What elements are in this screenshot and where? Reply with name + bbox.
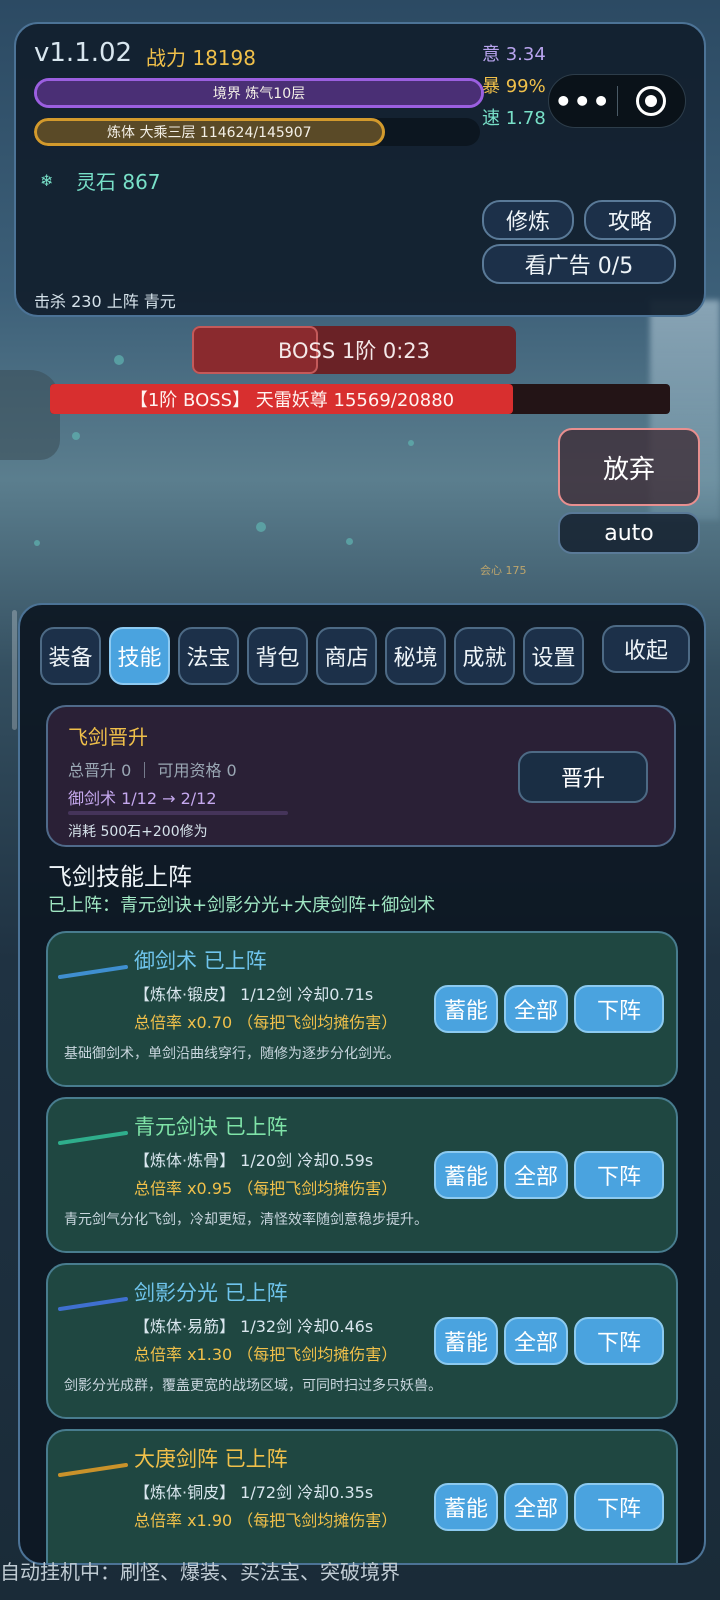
auto-button[interactable]: auto xyxy=(558,512,700,554)
skill-description: 剑影分光成群，覆盖更宽的战场区域，可同时扫过多只妖兽。 xyxy=(64,1378,442,1394)
stat-speed: 速 1.78 xyxy=(482,108,546,129)
charge-button[interactable]: 蓄能 xyxy=(434,1483,498,1531)
miniprogram-capsule: ••• xyxy=(548,74,686,128)
auto-idle-status: 自动挂机中：刷怪、爆装、买法宝、突破境界 xyxy=(0,1560,400,1584)
skills-panel: 装备 技能 法宝 背包 商店 秘境 成就 设置 收起 飞剑晋升 总晋升 0 ｜ … xyxy=(18,603,706,1565)
realm-progress-label: 境界 炼气10层 xyxy=(212,86,306,102)
spirit-stones: ❄ 灵石 867 xyxy=(40,166,161,195)
status-panel: v1.1.02 战力 18198 意 3.34 暴 99% 速 1.78 境界 … xyxy=(14,22,706,317)
train-button[interactable]: 修炼 xyxy=(482,200,574,240)
ascend-title: 飞剑晋升 xyxy=(68,725,148,749)
ascend-next-level: 御剑术 1/12 → 2/12 xyxy=(68,789,217,808)
boss-hp-label: 【1阶 BOSS】 天雷妖尊 15569/20880 xyxy=(129,390,455,411)
skill-name: 青元剑诀 已上阵 xyxy=(134,1115,288,1139)
combat-power: 战力 18198 xyxy=(146,46,256,70)
flying-sword-icon xyxy=(58,1297,128,1311)
skill-rate: 总倍率 x1.90 （每把飞剑均摊伤害） xyxy=(134,1511,398,1530)
flying-sword-icon xyxy=(58,965,128,979)
unequip-button[interactable]: 下阵 xyxy=(574,1317,664,1365)
flying-sword-icon xyxy=(58,1463,128,1477)
skill-description: 青元剑气分化飞剑，冷却更短，清怪效率随剑意稳步提升。 xyxy=(64,1212,428,1228)
tab-shop[interactable]: 商店 xyxy=(316,627,377,685)
skill-card: 御剑术 已上阵 【炼体·锻皮】 1/12剑 冷却0.71s 总倍率 x0.70 … xyxy=(46,931,678,1087)
stat-intent: 意 3.34 xyxy=(482,44,546,65)
version-label: v1.1.02 xyxy=(34,38,133,68)
skill-card: 剑影分光 已上阵 【炼体·易筋】 1/32剑 冷却0.46s 总倍率 x1.30… xyxy=(46,1263,678,1419)
ascend-totals: 总晋升 0 ｜ 可用资格 0 xyxy=(68,761,237,780)
boss-timer: BOSS 1阶 0:23 xyxy=(192,326,516,374)
skill-rate: 总倍率 x1.30 （每把飞剑均摊伤害） xyxy=(134,1345,398,1364)
skill-rate: 总倍率 x0.70 （每把飞剑均摊伤害） xyxy=(134,1013,398,1032)
equipped-summary: 已上阵：青元剑诀+剑影分光+大庚剑阵+御剑术 xyxy=(48,895,436,916)
skill-name: 剑影分光 已上阵 xyxy=(134,1281,288,1305)
skill-meta: 【炼体·铜皮】 1/72剑 冷却0.35s xyxy=(134,1483,374,1502)
ascend-progress-bar xyxy=(68,811,288,815)
guide-button[interactable]: 攻略 xyxy=(584,200,676,240)
skill-card: 青元剑诀 已上阵 【炼体·炼骨】 1/20剑 冷却0.59s 总倍率 x0.95… xyxy=(46,1097,678,1253)
tab-achievements[interactable]: 成就 xyxy=(454,627,515,685)
ascend-cost: 消耗 500石+200修为 xyxy=(68,824,208,840)
body-progress-label: 炼体 大乘三层 114624/145907 xyxy=(107,125,312,141)
more-menu-icon[interactable]: ••• xyxy=(549,85,617,118)
watch-ad-button[interactable]: 看广告 0/5 xyxy=(482,244,676,284)
collapse-button[interactable]: 收起 xyxy=(602,625,690,673)
body-progress-bar: 炼体 大乘三层 114624/145907 xyxy=(34,118,480,146)
give-up-button[interactable]: 放弃 xyxy=(558,428,700,506)
tab-treasures[interactable]: 法宝 xyxy=(178,627,239,685)
skill-description: 基础御剑术，单剑沿曲线穿行，随修为逐步分化剑光。 xyxy=(64,1046,400,1062)
tab-bag[interactable]: 背包 xyxy=(247,627,308,685)
skill-meta: 【炼体·炼骨】 1/20剑 冷却0.59s xyxy=(134,1151,374,1170)
unequip-button[interactable]: 下阵 xyxy=(574,1483,664,1531)
tab-equipment[interactable]: 装备 xyxy=(40,627,101,685)
skill-name: 大庚剑阵 已上阵 xyxy=(134,1447,288,1471)
crit-floating-text: 会心 175 xyxy=(480,564,527,577)
boss-hp-bar: 【1阶 BOSS】 天雷妖尊 15569/20880 xyxy=(50,384,670,414)
unequip-button[interactable]: 下阵 xyxy=(574,1151,664,1199)
skill-rate: 总倍率 x0.95 （每把飞剑均摊伤害） xyxy=(134,1179,398,1198)
boss-timer-label: BOSS 1阶 0:23 xyxy=(277,339,431,363)
skill-card: 大庚剑阵 已上阵 【炼体·铜皮】 1/72剑 冷却0.35s 总倍率 x1.90… xyxy=(46,1429,678,1563)
all-button[interactable]: 全部 xyxy=(504,1151,568,1199)
flying-sword-icon xyxy=(58,1131,128,1145)
skill-meta: 【炼体·易筋】 1/32剑 冷却0.46s xyxy=(134,1317,374,1336)
section-title: 飞剑技能上阵 xyxy=(48,863,192,891)
all-button[interactable]: 全部 xyxy=(504,1483,568,1531)
all-button[interactable]: 全部 xyxy=(504,985,568,1033)
stat-crit: 暴 99% xyxy=(482,76,546,97)
scrollbar[interactable] xyxy=(12,610,17,730)
all-button[interactable]: 全部 xyxy=(504,1317,568,1365)
ascend-button[interactable]: 晋升 xyxy=(518,751,648,803)
realm-progress-bar: 境界 炼气10层 xyxy=(34,78,484,108)
close-miniprogram-icon[interactable] xyxy=(618,86,686,116)
skill-name: 御剑术 已上阵 xyxy=(134,949,267,973)
charge-button[interactable]: 蓄能 xyxy=(434,1317,498,1365)
charge-button[interactable]: 蓄能 xyxy=(434,985,498,1033)
kills-summary: 击杀 230 上阵 青元 xyxy=(34,292,176,311)
tab-bar: 装备 技能 法宝 背包 商店 秘境 成就 设置 xyxy=(40,627,584,685)
spirit-stone-icon: ❄ xyxy=(40,170,54,190)
unequip-button[interactable]: 下阵 xyxy=(574,985,664,1033)
tab-skills[interactable]: 技能 xyxy=(109,627,170,685)
skill-meta: 【炼体·锻皮】 1/12剑 冷却0.71s xyxy=(134,985,374,1004)
spirit-stones-label: 灵石 867 xyxy=(76,170,161,194)
charge-button[interactable]: 蓄能 xyxy=(434,1151,498,1199)
tab-secret-realm[interactable]: 秘境 xyxy=(385,627,446,685)
tab-settings[interactable]: 设置 xyxy=(523,627,584,685)
flying-sword-ascend-card: 飞剑晋升 总晋升 0 ｜ 可用资格 0 御剑术 1/12 → 2/12 消耗 5… xyxy=(46,705,676,847)
